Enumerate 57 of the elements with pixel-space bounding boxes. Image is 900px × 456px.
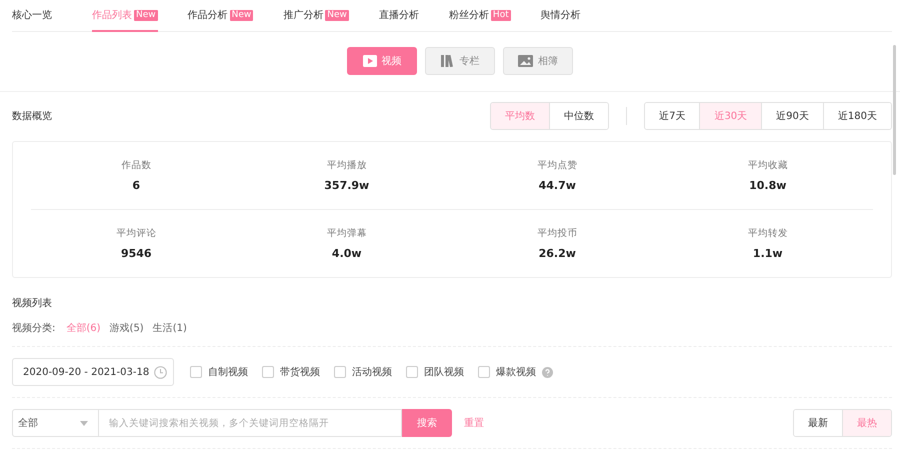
stat-label: 平均投币 [537,227,578,240]
checkbox-label: 自制视频 [208,366,248,379]
tab-badge: New [325,10,349,20]
stat-label: 作品数 [121,159,152,172]
nav-tab[interactable]: 核心一览 [12,0,52,32]
stat-label: 平均转发 [748,227,788,240]
checkbox-label: 活动视频 [352,366,392,379]
stat-value: 6 [132,179,140,192]
tab-badge: New [230,10,254,20]
section-title: 数据概览 [12,110,53,123]
stat-label: 平均收藏 [748,159,788,172]
stat-mode-button[interactable]: 中位数 [549,103,608,129]
books-icon [440,55,454,67]
date-range-field[interactable]: 2020-09-20 - 2021-03-18 [12,358,174,386]
checkbox-label: 带货视频 [280,366,320,379]
filter-checkbox[interactable]: 自制视频 [190,365,248,379]
stat-value: 10.8w [749,179,786,192]
checkbox-square[interactable] [190,366,202,378]
nav-tab[interactable]: 粉丝分析 Hot [448,0,511,32]
filter-checkbox[interactable]: 爆款视频 [478,365,553,379]
nav-tab[interactable]: 推广分析 New [283,0,349,32]
nav-tab[interactable]: 直播分析 [378,0,419,32]
checkbox-label: 团队视频 [424,366,464,379]
stat-value: 26.2w [538,247,576,260]
filter-checkbox[interactable]: 活动视频 [334,365,392,379]
checkbox-square[interactable] [478,366,490,378]
checkbox-square[interactable] [262,366,274,378]
section-title: 视频列表 [12,296,53,310]
search-field[interactable]: 输入关键词搜索相关视频，多个关键词用空格隔开 [99,409,402,437]
category-link[interactable]: 游戏(5) [110,321,144,335]
nav-tab[interactable]: 舆情分析 [540,0,581,32]
stat-label: 平均点赞 [537,159,578,172]
image-icon [518,55,533,67]
stat-value: 9546 [120,247,152,260]
play-icon [362,55,376,67]
stat-label: 平均弹幕 [326,227,367,240]
checkbox-square[interactable] [334,366,346,378]
tab-badge: Hot [490,10,511,20]
stat-value: 1.1w [752,247,783,260]
scope-dropdown[interactable]: 全部 [12,409,99,437]
category-label: 视频分类: [12,322,56,335]
stat-value: 4.0w [332,247,362,260]
checkbox-square[interactable] [406,366,418,378]
help-icon[interactable] [542,366,553,378]
stat-label: 平均播放 [326,159,367,172]
stat-value: 357.9w [324,179,370,192]
stat-value: 44.7w [538,179,576,192]
category-link[interactable]: 生活(1) [152,321,187,335]
caret-icon [80,420,88,426]
filter-checkbox[interactable]: 带货视频 [262,365,320,379]
clock-icon [154,366,167,378]
stat-label: 平均评论 [116,227,156,240]
checkbox-label: 爆款视频 [496,366,536,379]
nav-tab[interactable]: 作品分析 New [188,0,254,32]
range-button[interactable]: 近180天 [822,103,891,129]
filter-checkbox[interactable]: 团队视频 [406,365,464,379]
tab-badge: New [134,10,158,20]
